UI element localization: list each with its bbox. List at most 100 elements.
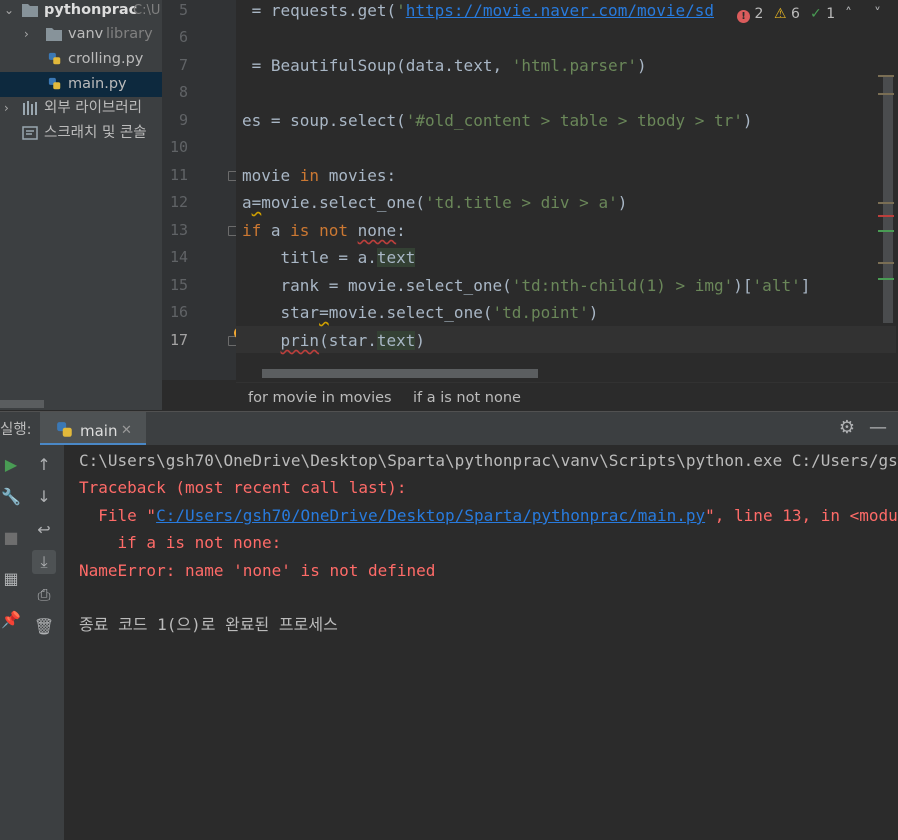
warning-icon: ⚠ <box>774 6 787 22</box>
trash-icon[interactable]: 🗑 <box>32 615 56 639</box>
tree-item-vanv[interactable]: › vanv library ㅣ <box>0 22 162 47</box>
tree-item-crolling[interactable]: crolling.py <box>0 47 162 72</box>
scroll-marker[interactable] <box>878 262 894 264</box>
code-line-7: = BeautifulSoup(data.text, 'html.parser'… <box>242 52 647 79</box>
console-file-link[interactable]: C:/Users/gsh70/OneDrive/Desktop/Sparta/p… <box>156 506 705 525</box>
chevron-down-icon[interactable]: ⌄ <box>4 0 14 23</box>
code-string: 'html.parser' <box>511 56 637 75</box>
error-icon: ! <box>737 10 750 23</box>
code-keyword: in <box>299 166 320 185</box>
error-count-value: 2 <box>754 6 764 22</box>
code-string: 'td.point' <box>492 303 589 322</box>
soft-wrap-icon[interactable]: ↩ <box>32 518 56 542</box>
code-text: movies: <box>319 166 397 185</box>
code-text: es = soup.select( <box>242 111 406 130</box>
scroll-marker[interactable] <box>878 202 894 204</box>
tree-item-root[interactable]: ⌄ pythonprac C:\U <box>0 0 162 23</box>
chevron-up-icon[interactable]: ˄ <box>845 0 852 28</box>
tree-item-scratches[interactable]: 스크래치 및 콘솔 <box>0 121 162 146</box>
code-text: = requests.get( <box>242 1 397 20</box>
code-text: = BeautifulSoup(data.text, <box>242 56 512 75</box>
breadcrumb: for movie in movies if a is not none <box>236 382 898 411</box>
folder-icon <box>46 28 62 41</box>
code-warning: = <box>251 193 262 212</box>
print-icon[interactable]: ⎙ <box>32 583 56 607</box>
editor-horizontal-scrollbar[interactable] <box>262 369 538 378</box>
code-warning: = <box>319 303 329 322</box>
rerun-icon[interactable]: ▶ <box>0 453 23 477</box>
code-text: ) <box>742 111 753 130</box>
code-line-17: prin(star.text) <box>242 327 425 354</box>
tree-item-main[interactable]: main.py <box>0 72 162 97</box>
code-line-15: rank = movie.select_one('td:nth-child(1)… <box>242 272 811 299</box>
python-icon <box>57 422 72 437</box>
scroll-marker[interactable] <box>878 93 894 95</box>
tree-item-external-libraries[interactable]: › 외부 라이브러리 <box>0 96 162 121</box>
code-text: movie.select_one( <box>261 193 426 212</box>
code-string: 'td.title > div > a' <box>425 193 618 212</box>
chevron-down-icon[interactable]: ˅ <box>874 0 881 28</box>
line-number: 8 <box>178 83 188 101</box>
inspections-widget[interactable]: ! 2 ⚠ 6 ✓ 1 ˄ ˅ <box>726 0 898 28</box>
wrench-icon[interactable]: 🔧 <box>0 485 23 509</box>
breadcrumb-item[interactable]: if a is not none <box>413 383 521 413</box>
layout-icon[interactable]: ▦ <box>0 567 23 591</box>
warning-count-value: 6 <box>791 6 800 22</box>
line-number: 6 <box>178 28 188 46</box>
console-text: File " <box>79 506 157 525</box>
code-highlight: text <box>376 248 416 267</box>
scroll-marker[interactable] <box>878 230 894 232</box>
line-number: 9 <box>178 111 188 129</box>
code-text: (star. <box>319 331 377 350</box>
console-output[interactable]: C:\Users\gsh70\OneDrive\Desktop\Sparta\p… <box>64 445 898 840</box>
code-url-link[interactable]: https://movie.naver.com/movie/sd <box>406 1 714 20</box>
code-text: )[ <box>733 276 753 295</box>
code-keyword: not <box>319 221 348 240</box>
code-text: a <box>242 193 252 212</box>
code-text: movie.select_one( <box>328 303 493 322</box>
error-count[interactable]: ! 2 <box>737 0 763 28</box>
console-line-source: if a is not none: <box>79 533 282 552</box>
stop-icon[interactable]: ■ <box>0 526 23 550</box>
arrow-up-icon[interactable]: ↑ <box>32 453 56 477</box>
code-text: ) <box>636 56 647 75</box>
weak-warning-count[interactable]: ✓ 1 <box>810 0 835 28</box>
console-line-error: NameError: name 'none' is not defined <box>79 561 436 580</box>
scroll-marker[interactable] <box>878 215 894 217</box>
tree-item-label: 외부 라이브러리 <box>44 100 142 116</box>
chevron-right-icon[interactable]: › <box>24 22 29 47</box>
scroll-to-end-icon[interactable]: ⤓ <box>32 550 56 574</box>
arrow-down-icon[interactable]: ↓ <box>32 485 56 509</box>
gear-icon[interactable]: ⚙ <box>837 418 857 438</box>
warning-count[interactable]: ⚠ 6 <box>774 0 800 28</box>
tree-item-path: C:\U <box>133 3 161 18</box>
code-line-9: es = soup.select('#old_content > table >… <box>242 107 753 134</box>
tool-window-strip: ▶ 🔧 ■ ▦ 📌 <box>0 445 23 840</box>
breadcrumb-item[interactable]: for movie in movies <box>248 383 392 413</box>
editor-vertical-scrollbar[interactable] <box>883 75 893 323</box>
folder-icon <box>22 4 38 17</box>
line-number: 14 <box>169 248 188 266</box>
code-line-13: if a is not none: <box>242 217 406 244</box>
line-number: 15 <box>169 276 188 294</box>
minimize-icon[interactable]: — <box>868 418 888 438</box>
scroll-marker[interactable] <box>878 75 894 77</box>
code-line-16: star=movie.select_one('td.point') <box>242 299 599 326</box>
project-scrollbar[interactable] <box>0 400 44 408</box>
code-editor[interactable]: = requests.get('https://movie.naver.com/… <box>236 0 896 380</box>
check-icon: ✓ <box>810 6 822 22</box>
python-file-icon <box>48 77 61 90</box>
chevron-right-icon[interactable]: › <box>4 96 9 121</box>
tree-item-label: main.py <box>68 76 127 92</box>
run-label: 실행: <box>0 422 32 438</box>
scroll-marker[interactable] <box>878 278 894 280</box>
line-number: 7 <box>178 56 188 74</box>
line-number: 5 <box>178 1 188 19</box>
code-keyword: if <box>242 221 262 240</box>
code-line-12: a=movie.select_one('td.title > div > a') <box>242 189 627 216</box>
pin-icon[interactable]: 📌 <box>0 608 23 632</box>
code-text: ) <box>588 303 599 322</box>
code-keyword: is <box>290 221 310 240</box>
tree-item-label: vanv <box>68 26 104 42</box>
